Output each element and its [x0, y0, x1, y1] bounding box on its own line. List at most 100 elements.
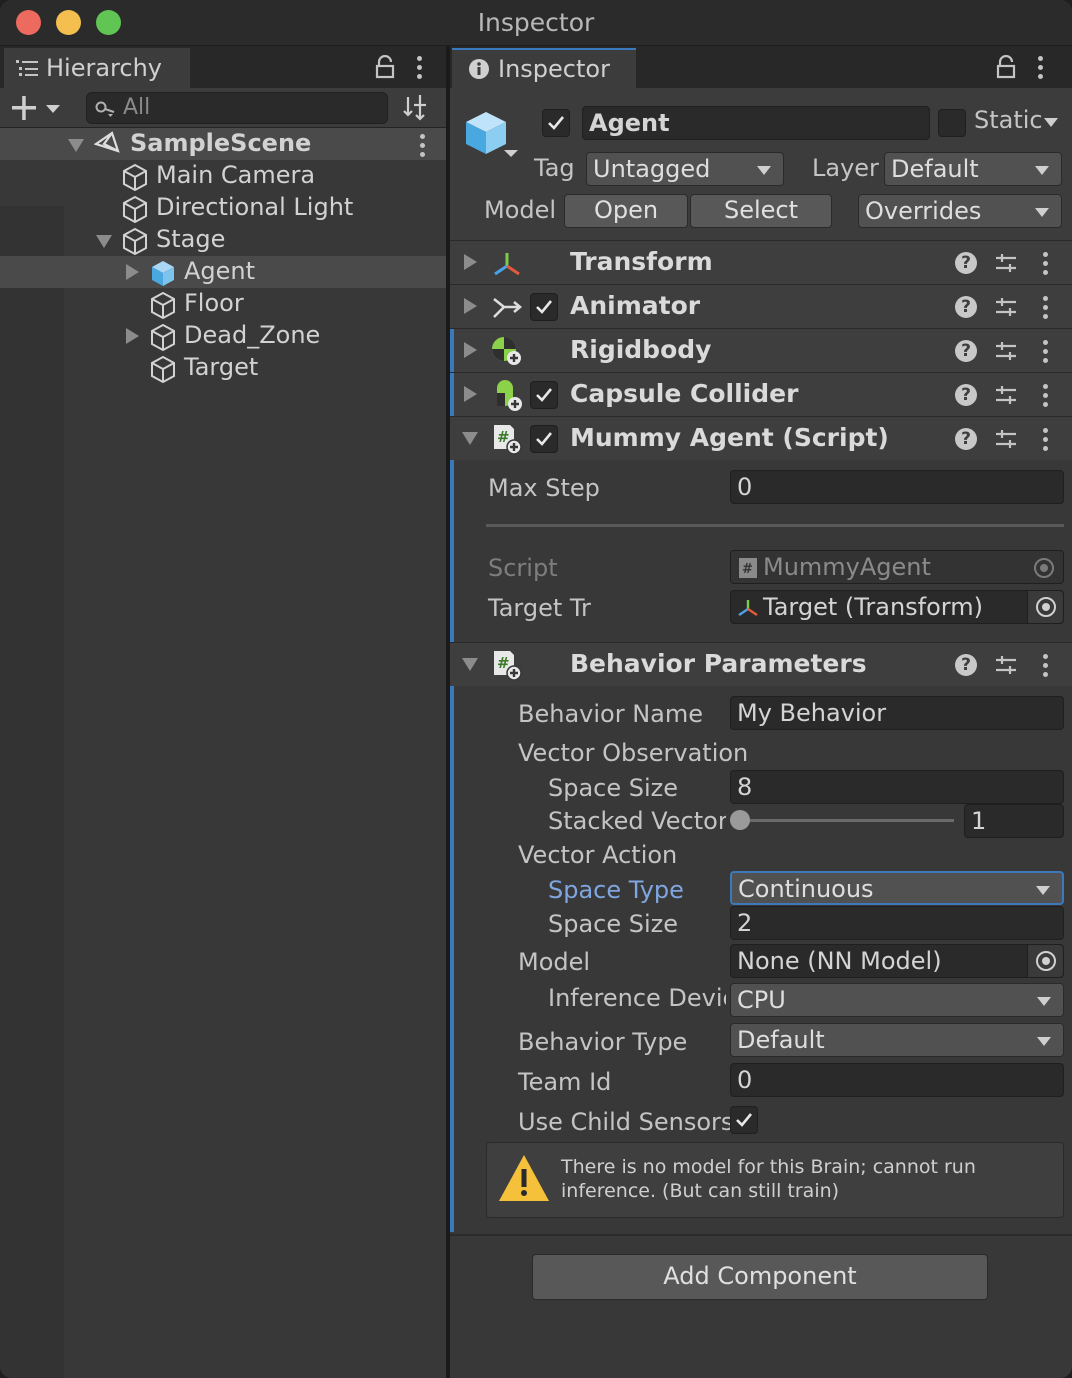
component-menu-icon[interactable]: [1043, 340, 1049, 367]
stacked-vectors-field[interactable]: 1: [964, 804, 1064, 838]
add-icon[interactable]: [12, 96, 62, 120]
component-mummy-agent[interactable]: # Mummy Agent (Script) ?: [450, 416, 1072, 460]
model-picker-button[interactable]: [1027, 945, 1063, 977]
chevron-down-icon: [1035, 208, 1049, 217]
preset-settings-icon[interactable]: [994, 251, 1018, 275]
expand-stage-arrow-icon[interactable]: [96, 235, 112, 248]
layer-label: Layer: [812, 154, 879, 182]
rigidbody-icon: [492, 337, 521, 365]
component-title: Mummy Agent (Script): [570, 423, 889, 452]
overrides-dropdown[interactable]: Overrides: [858, 194, 1062, 228]
model-field[interactable]: None (NN Model): [730, 944, 1064, 978]
expand-arrow-icon[interactable]: [464, 342, 477, 358]
component-transform[interactable]: Transform ?: [450, 240, 1072, 284]
target-picker-button[interactable]: [1027, 591, 1063, 623]
inspector-tab-label: Inspector: [498, 55, 610, 83]
scene-menu-icon[interactable]: [420, 134, 426, 161]
hierarchy-item-target[interactable]: Target: [0, 352, 446, 384]
behavior-name-label: Behavior Name: [518, 700, 704, 728]
collapse-arrow-icon[interactable]: [462, 658, 478, 671]
help-icon[interactable]: ?: [955, 428, 977, 450]
prefab-object-icon[interactable]: [464, 110, 520, 160]
sort-icon[interactable]: [402, 93, 434, 123]
hierarchy-menu-icon[interactable]: [417, 56, 423, 83]
expand-arrow-icon[interactable]: [464, 298, 477, 314]
hierarchy-item-agent[interactable]: Agent: [0, 256, 446, 288]
tag-dropdown[interactable]: Untagged: [586, 152, 784, 186]
preset-settings-icon[interactable]: [994, 339, 1018, 363]
gameobject-cube-icon: [151, 323, 175, 351]
expand-agent-arrow-icon[interactable]: [126, 264, 139, 280]
tab-inspector[interactable]: Inspector: [452, 48, 636, 88]
obs-space-size-field[interactable]: 8: [730, 770, 1064, 804]
static-checkbox[interactable]: [938, 109, 966, 137]
stacked-vectors-slider[interactable]: [738, 819, 954, 822]
component-capsule-collider[interactable]: Capsule Collider ?: [450, 372, 1072, 417]
hierarchy-item-dead-zone[interactable]: Dead_Zone: [0, 320, 446, 352]
chevron-down-icon: [1035, 166, 1049, 175]
component-menu-icon[interactable]: [1043, 296, 1049, 323]
hierarchy-item-directional-light[interactable]: Directional Light: [0, 192, 446, 224]
lock-icon[interactable]: [374, 55, 396, 79]
action-space-size-field[interactable]: 2: [730, 906, 1064, 940]
expand-arrow-icon[interactable]: [464, 386, 477, 402]
add-component-button[interactable]: Add Component: [532, 1254, 988, 1300]
expand-arrow-icon[interactable]: [464, 254, 477, 270]
slider-thumb[interactable]: [730, 810, 750, 830]
behavior-type-dropdown[interactable]: Default: [730, 1023, 1064, 1057]
help-icon[interactable]: ?: [955, 296, 977, 318]
component-menu-icon[interactable]: [1043, 252, 1049, 279]
inspector-tabbar: Inspector: [450, 46, 1072, 88]
component-rigidbody[interactable]: Rigidbody ?: [450, 328, 1072, 373]
hierarchy-item-label: Stage: [156, 225, 226, 253]
object-name-field[interactable]: Agent: [582, 106, 930, 140]
action-space-size-label: Space Size: [548, 910, 679, 938]
component-menu-icon[interactable]: [1043, 654, 1049, 681]
behavior-name-field[interactable]: My Behavior: [730, 696, 1064, 730]
target-field[interactable]: Target (Transform): [730, 590, 1064, 624]
hierarchy-item-stage[interactable]: Stage: [0, 224, 446, 256]
added-component-marker: [450, 329, 454, 373]
hierarchy-scene-row[interactable]: SampleScene: [0, 128, 446, 160]
component-enabled-checkbox[interactable]: [530, 425, 558, 453]
preset-settings-icon[interactable]: [994, 383, 1018, 407]
help-icon[interactable]: ?: [955, 384, 977, 406]
component-enabled-checkbox[interactable]: [530, 381, 558, 409]
lock-icon[interactable]: [995, 55, 1017, 79]
expand-dead-zone-arrow-icon[interactable]: [126, 328, 139, 344]
component-menu-icon[interactable]: [1043, 428, 1049, 455]
info-icon: [469, 59, 489, 79]
prefab-open-button[interactable]: Open: [564, 194, 688, 228]
overrides-label: Overrides: [865, 197, 982, 225]
preset-settings-icon[interactable]: [994, 295, 1018, 319]
chevron-down-icon: [757, 166, 771, 175]
prefab-select-button[interactable]: Select: [690, 194, 832, 228]
preset-settings-icon[interactable]: [994, 653, 1018, 677]
use-child-sensors-checkbox[interactable]: [730, 1106, 758, 1134]
object-active-checkbox[interactable]: [542, 109, 570, 137]
space-type-dropdown[interactable]: Continuous: [730, 871, 1064, 905]
script-label: Script: [488, 554, 558, 582]
help-icon[interactable]: ?: [955, 252, 977, 274]
expand-scene-arrow-icon[interactable]: [68, 139, 84, 152]
collapse-arrow-icon[interactable]: [462, 432, 478, 445]
target-value: Target (Transform): [763, 593, 983, 621]
team-id-field[interactable]: 0: [730, 1063, 1064, 1097]
inspector-menu-icon[interactable]: [1038, 56, 1044, 83]
help-icon[interactable]: ?: [955, 340, 977, 362]
static-dropdown-arrow-icon[interactable]: [1044, 118, 1058, 127]
inference-device-dropdown[interactable]: CPU: [730, 983, 1064, 1017]
component-behavior-parameters[interactable]: # Behavior Parameters ?: [450, 642, 1072, 686]
hierarchy-search-field[interactable]: All: [86, 92, 388, 124]
help-icon[interactable]: ?: [955, 654, 977, 676]
tab-hierarchy[interactable]: Hierarchy: [4, 48, 190, 88]
preset-settings-icon[interactable]: [994, 427, 1018, 451]
hierarchy-item-label: Main Camera: [156, 161, 316, 189]
component-enabled-checkbox[interactable]: [530, 293, 558, 321]
component-animator[interactable]: Animator ?: [450, 284, 1072, 328]
layer-dropdown[interactable]: Default: [884, 152, 1062, 186]
hierarchy-item-floor[interactable]: Floor: [0, 288, 446, 320]
max-step-field[interactable]: 0: [730, 470, 1064, 504]
hierarchy-item-main-camera[interactable]: Main Camera: [0, 160, 446, 192]
component-menu-icon[interactable]: [1043, 384, 1049, 411]
